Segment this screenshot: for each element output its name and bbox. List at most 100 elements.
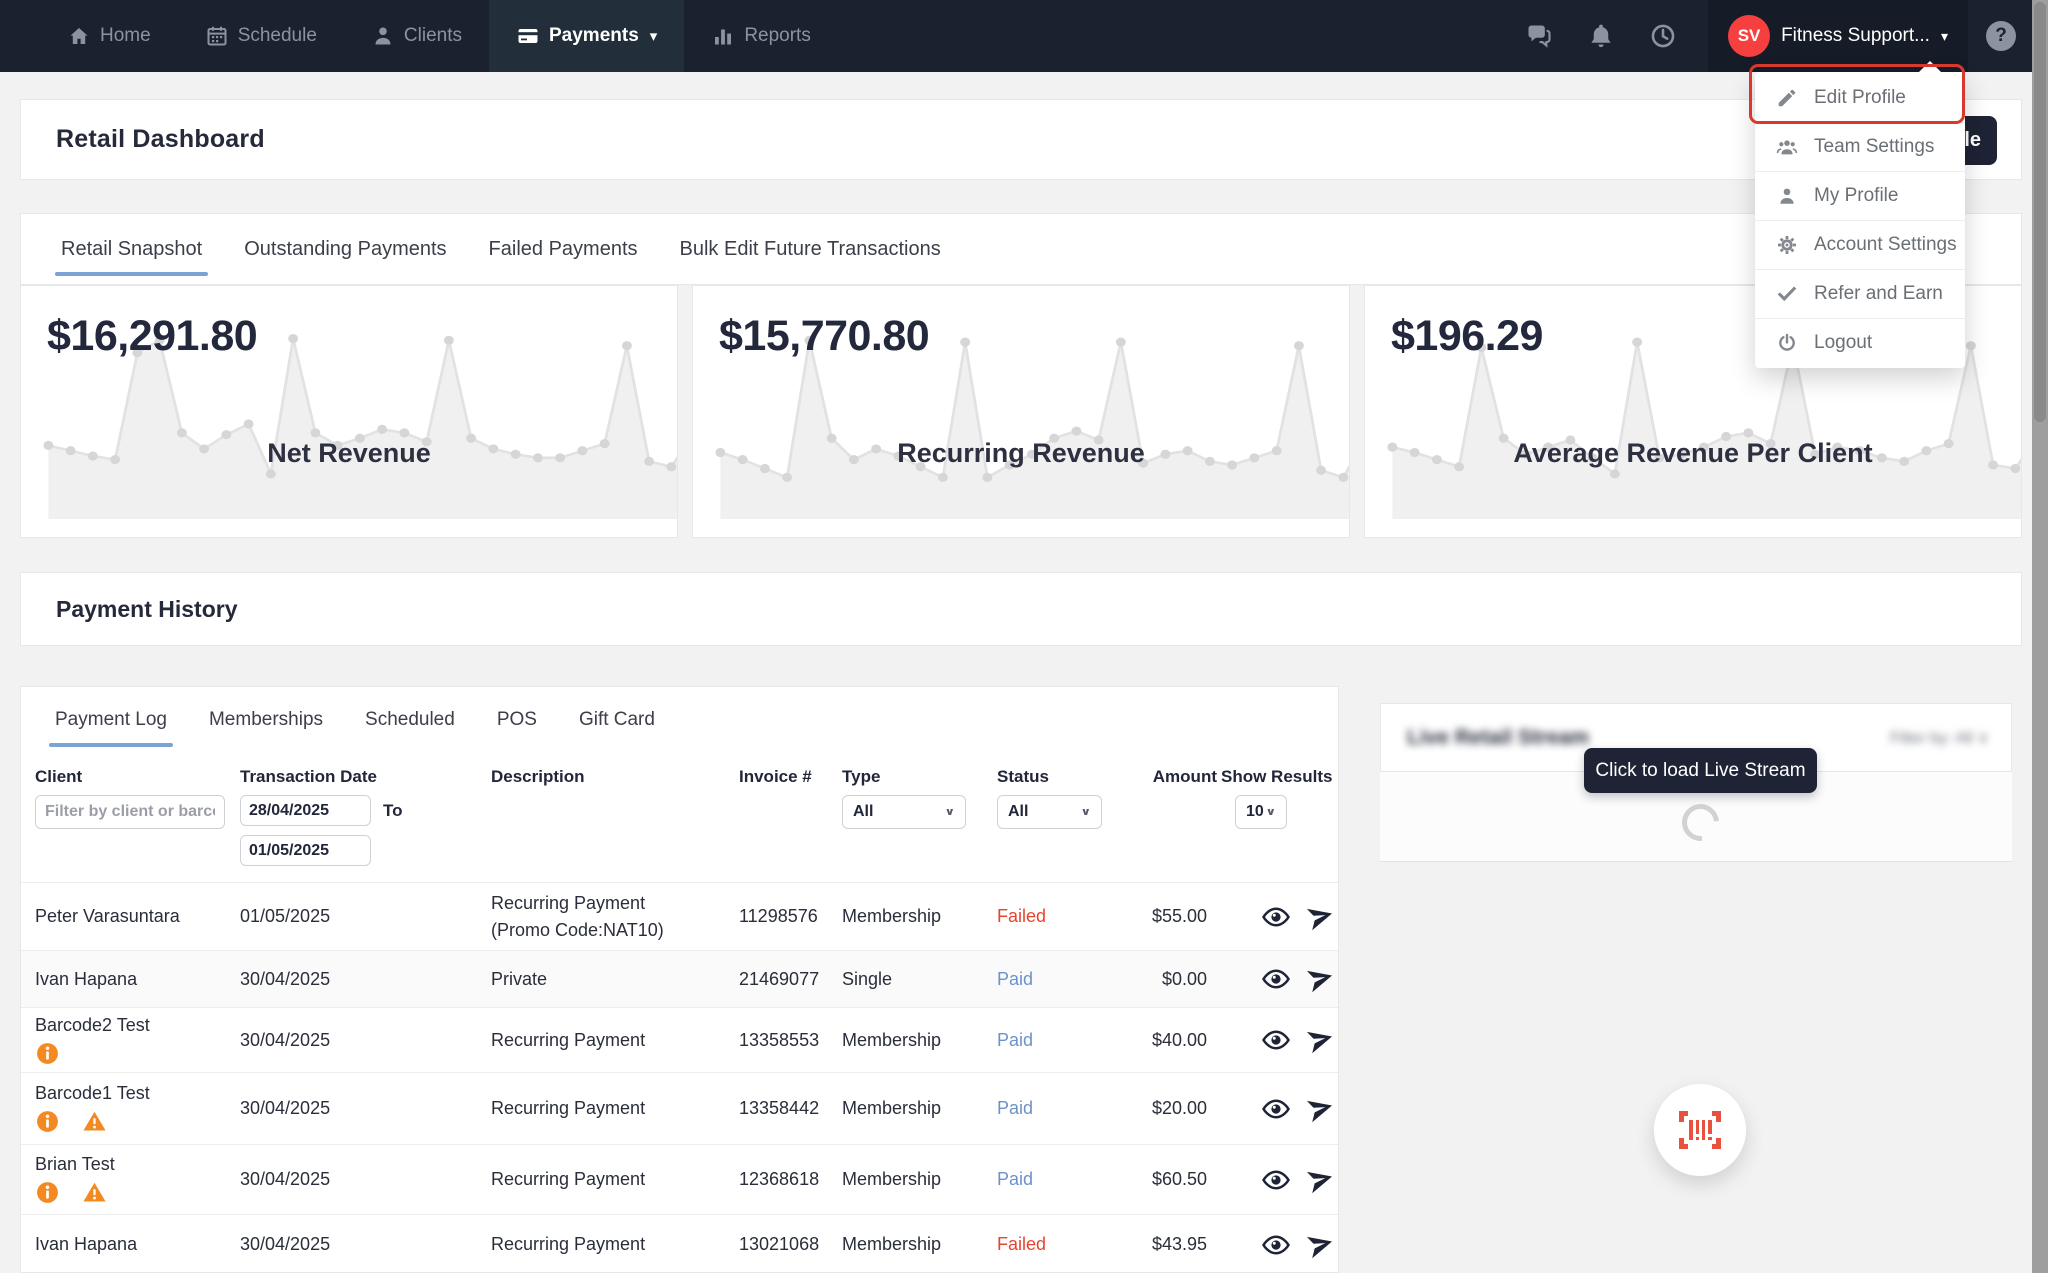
cell-transaction-date: 01/05/2025: [240, 906, 491, 927]
menu-item-logout[interactable]: Logout: [1755, 318, 1965, 367]
resend-receipt-button[interactable]: [1305, 1165, 1335, 1195]
gear-icon: [1776, 234, 1798, 256]
cell-type: Membership: [842, 1169, 997, 1190]
metric-label: Average Revenue Per Client: [1365, 438, 2021, 469]
tab-gift-card[interactable]: Gift Card: [579, 687, 655, 753]
cell-status: Failed: [997, 906, 1131, 927]
view-details-button[interactable]: [1261, 1230, 1291, 1260]
cell-actions: [1221, 964, 1338, 994]
eye-icon: [1261, 964, 1291, 994]
nav-item-home[interactable]: Home: [40, 0, 178, 72]
chat-icon[interactable]: [1525, 22, 1553, 50]
resend-receipt-button[interactable]: [1305, 964, 1335, 994]
cell-transaction-date: 30/04/2025: [240, 1169, 491, 1190]
view-details-button[interactable]: [1261, 964, 1291, 994]
client-filter-input[interactable]: [35, 795, 225, 829]
table-row[interactable]: Ivan Hapana30/04/2025Private21469077Sing…: [21, 950, 1338, 1007]
metrics-row: $16,291.80Net Revenue$15,770.80Recurring…: [20, 285, 2022, 538]
info-icon: [35, 1109, 60, 1134]
show-results-select[interactable]: 10∨: [1235, 795, 1287, 829]
resend-receipt-button[interactable]: [1305, 1094, 1335, 1124]
menu-item-team-settings[interactable]: Team Settings: [1755, 122, 1965, 171]
menu-item-my-profile[interactable]: My Profile: [1755, 171, 1965, 220]
live-stream-filter[interactable]: Filter by: All ∨: [1890, 728, 1989, 748]
table-row[interactable]: Brian Test30/04/2025Recurring Payment123…: [21, 1144, 1338, 1214]
bell-icon[interactable]: [1587, 22, 1615, 50]
client-name: Brian Test: [35, 1154, 240, 1175]
load-live-stream-button[interactable]: Click to load Live Stream: [1584, 748, 1817, 793]
cell-transaction-date: 30/04/2025: [240, 1098, 491, 1119]
tab-failed-payments[interactable]: Failed Payments: [489, 214, 638, 284]
table-row[interactable]: Ivan Hapana30/04/2025Recurring Payment13…: [21, 1214, 1338, 1273]
resend-receipt-button[interactable]: [1305, 902, 1335, 932]
payment-history-card: Payment History: [20, 572, 2022, 646]
cell-actions: [1221, 1165, 1338, 1195]
nav-item-schedule[interactable]: Schedule: [178, 0, 344, 72]
table-row[interactable]: Barcode2 Test30/04/2025Recurring Payment…: [21, 1007, 1338, 1072]
metric-label: Net Revenue: [21, 438, 677, 469]
cell-amount: $55.00: [1131, 906, 1221, 927]
view-details-button[interactable]: [1261, 902, 1291, 932]
cell-type: Single: [842, 969, 997, 990]
help-icon[interactable]: ?: [1986, 21, 2016, 51]
view-details-button[interactable]: [1261, 1094, 1291, 1124]
page-scrollbar[interactable]: [2032, 0, 2048, 1273]
date-from-input[interactable]: [240, 795, 371, 826]
eye-icon: [1261, 1094, 1291, 1124]
warning-icon: [82, 1109, 107, 1134]
cell-description: Recurring Payment: [491, 1027, 739, 1053]
avatar: SV: [1728, 15, 1770, 57]
tab-memberships[interactable]: Memberships: [209, 687, 323, 753]
eye-icon: [1261, 902, 1291, 932]
cell-status: Paid: [997, 1030, 1131, 1051]
view-details-button[interactable]: [1261, 1025, 1291, 1055]
tab-retail-snapshot[interactable]: Retail Snapshot: [61, 214, 202, 284]
status-select[interactable]: All∨: [997, 795, 1102, 829]
cell-type: Membership: [842, 1234, 997, 1255]
column-header-type: Type: [842, 767, 997, 787]
cell-client: Ivan Hapana: [35, 1234, 240, 1255]
cell-actions: [1221, 1094, 1338, 1124]
tab-scheduled[interactable]: Scheduled: [365, 687, 455, 753]
resend-receipt-button[interactable]: [1305, 1025, 1335, 1055]
tab-payment-log[interactable]: Payment Log: [55, 687, 167, 753]
nav-item-reports[interactable]: Reports: [684, 0, 838, 72]
cell-type: Membership: [842, 1030, 997, 1051]
table-row[interactable]: Barcode1 Test30/04/2025Recurring Payment…: [21, 1072, 1338, 1144]
menu-item-label: Edit Profile: [1814, 87, 1906, 109]
metric-card-recurring-revenue: $15,770.80Recurring Revenue: [692, 285, 1350, 538]
cell-actions: [1221, 1025, 1338, 1055]
menu-item-label: Account Settings: [1814, 234, 1957, 256]
cell-amount: $60.50: [1131, 1169, 1221, 1190]
table-row[interactable]: Peter Varasuntara01/05/2025Recurring Pay…: [21, 882, 1338, 950]
cell-description: Recurring Payment (Promo Code:NAT10): [491, 890, 739, 942]
resend-receipt-button[interactable]: [1305, 1230, 1335, 1260]
type-select[interactable]: All∨: [842, 795, 966, 829]
cell-client: Barcode2 Test: [35, 1015, 240, 1066]
tab-pos[interactable]: POS: [497, 687, 537, 753]
cell-transaction-date: 30/04/2025: [240, 1030, 491, 1051]
cell-status: Paid: [997, 1098, 1131, 1119]
cell-invoice: 12368618: [739, 1169, 842, 1190]
info-icon: [35, 1041, 60, 1066]
date-to-input[interactable]: [240, 835, 371, 866]
check-icon: [1776, 283, 1798, 305]
menu-item-edit-profile[interactable]: Edit Profile: [1755, 73, 1965, 122]
nav-item-clients[interactable]: Clients: [344, 0, 489, 72]
clock-icon[interactable]: [1649, 22, 1677, 50]
pencil-icon: [1776, 87, 1798, 109]
menu-item-refer-and-earn[interactable]: Refer and Earn: [1755, 269, 1965, 318]
scrollbar-thumb[interactable]: [2034, 2, 2046, 422]
page-title: Retail Dashboard: [56, 125, 265, 154]
nav-item-payments[interactable]: Payments▾: [489, 0, 684, 72]
menu-item-account-settings[interactable]: Account Settings: [1755, 220, 1965, 269]
barcode-scan-button[interactable]: [1654, 1084, 1746, 1176]
view-details-button[interactable]: [1261, 1165, 1291, 1195]
tab-outstanding-payments[interactable]: Outstanding Payments: [244, 214, 446, 284]
cell-status: Paid: [997, 969, 1131, 990]
tab-bulk-edit-future-transactions[interactable]: Bulk Edit Future Transactions: [680, 214, 941, 284]
menu-item-label: My Profile: [1814, 185, 1898, 207]
cell-invoice: 13021068: [739, 1234, 842, 1255]
cell-type: Membership: [842, 906, 997, 927]
menu-item-label: Refer and Earn: [1814, 283, 1943, 305]
